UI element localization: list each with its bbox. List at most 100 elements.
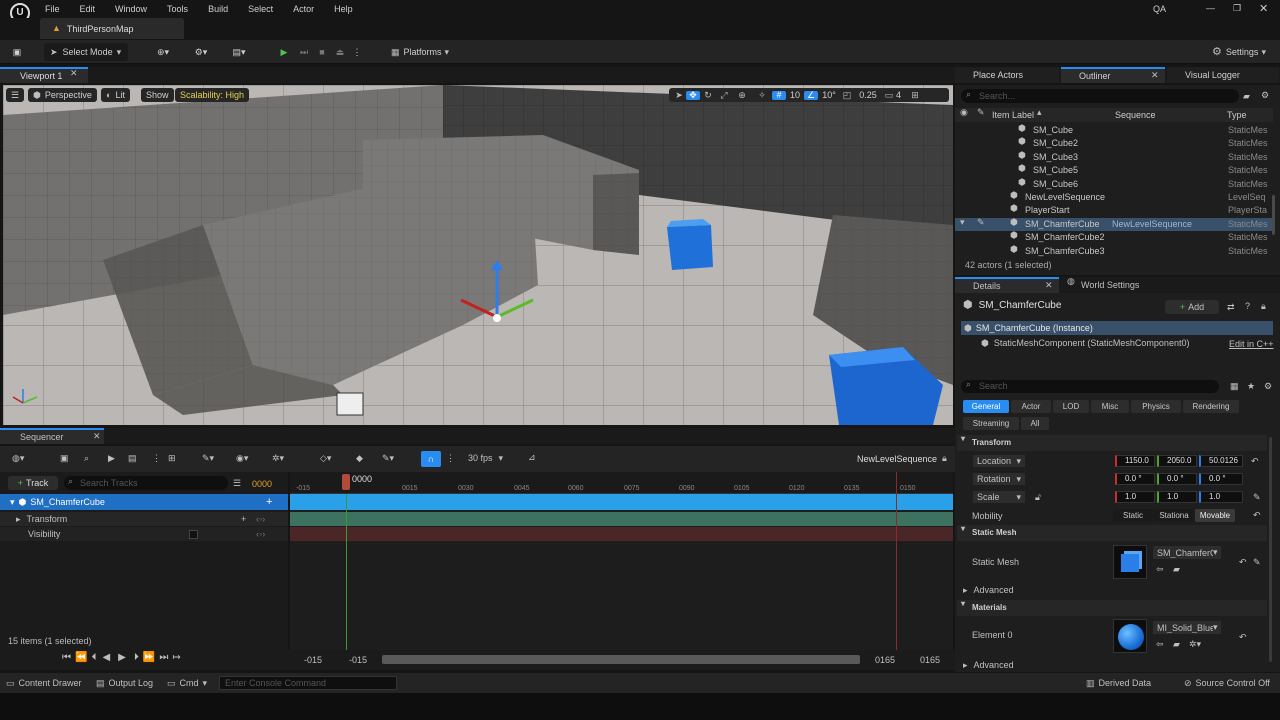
tab-details[interactable]: Details ✕	[955, 277, 1059, 293]
select-mode-button[interactable]: ➤ Select Mode ▾	[44, 43, 128, 61]
static-mesh-thumbnail[interactable]	[1113, 545, 1147, 579]
tools-icon[interactable]: ✎▾	[202, 453, 214, 464]
scale-x-field[interactable]: 1.0	[1115, 491, 1155, 503]
star-icon[interactable]: ★	[1247, 381, 1255, 392]
advanced-expander[interactable]: ▸ Advanced	[963, 585, 1014, 595]
outliner-row[interactable]: ⬢ SM_ChamferCube2 StaticMes	[955, 231, 1273, 244]
console-input[interactable]: Enter Console Command	[219, 676, 397, 690]
pin-icon[interactable]: ✎	[977, 217, 985, 227]
add-component-button[interactable]: + Add	[1165, 300, 1219, 314]
snap-toggle-icon[interactable]: ∩	[421, 451, 441, 467]
reset-material-icon[interactable]: ↶	[1239, 632, 1247, 643]
filter-rendering[interactable]: Rendering	[1183, 400, 1239, 413]
menu-file[interactable]: File	[45, 4, 60, 14]
tab-viewport-1[interactable]: Viewport 1 ✕	[0, 67, 88, 83]
scale-snap-icon[interactable]: ◰	[840, 90, 854, 100]
fps-dropdown[interactable]: 30 fps ▾	[468, 453, 503, 463]
filter-all[interactable]: All	[1021, 417, 1049, 430]
perspective-button[interactable]: ⬢ Perspective	[28, 88, 97, 102]
filter-actor[interactable]: Actor	[1011, 400, 1051, 413]
outliner-row[interactable]: ⬢ SM_Cube2 StaticMes	[955, 137, 1273, 150]
outliner-row[interactable]: ⬢ SM_Cube3 StaticMes	[955, 150, 1273, 164]
sequencer-timeline[interactable]: -015 0015 0030 0045 0060 0075 0090 0105 …	[290, 472, 953, 650]
outliner-search-box[interactable]: ⌕ Search...	[961, 89, 1239, 103]
content-drawer-button[interactable]: ▭ Content Drawer	[6, 678, 82, 688]
details-search-box[interactable]: ⌕ Search	[961, 380, 1219, 393]
eye-icon[interactable]: ◉	[960, 108, 968, 117]
location-y-field[interactable]: 2050.0	[1157, 455, 1197, 467]
menu-edit[interactable]: Edit	[80, 4, 96, 14]
materials-section-header[interactable]: ▾ Materials	[957, 600, 1267, 616]
cinematics-icon[interactable]: ▤▾	[226, 43, 252, 61]
range-end-b[interactable]: 0165	[920, 655, 940, 665]
play-icon[interactable]: ▶	[118, 653, 126, 663]
rotation-dropdown[interactable]: Rotation ▾	[973, 473, 1025, 485]
outliner-row[interactable]: ⬢ SM_ChamferCube3 StaticMes	[955, 244, 1273, 258]
translate-tool-icon[interactable]: ✥	[686, 90, 700, 100]
key-interpolation-icon[interactable]: ◇▾	[320, 453, 331, 464]
settings-icon[interactable]: ⚙	[1261, 90, 1269, 101]
location-dropdown[interactable]: Location ▾	[973, 455, 1025, 467]
jump-to-start-icon[interactable]: ⏮	[62, 653, 71, 663]
static-mesh-dropdown[interactable]: SM_ChamferCube▾	[1153, 546, 1221, 559]
scale-z-field[interactable]: 1.0	[1199, 491, 1243, 503]
eject-icon[interactable]: ⏏	[332, 43, 348, 61]
lit-button[interactable]: ◐ Lit	[101, 88, 130, 102]
material-dropdown[interactable]: MI_Solid_Blue ▾	[1153, 621, 1221, 634]
playback-start-marker[interactable]	[346, 494, 347, 650]
camera-speed-icon[interactable]: ▭	[882, 90, 896, 100]
key-nav-icon[interactable]: ‹◦›	[256, 514, 265, 524]
close-icon[interactable]: ✕	[70, 69, 78, 78]
tab-world-settings[interactable]: ◍ World Settings	[1065, 277, 1139, 293]
filter-misc[interactable]: Misc	[1091, 400, 1129, 413]
surface-snap-icon[interactable]: ✧	[752, 90, 772, 100]
filter-streaming[interactable]: Streaming	[963, 417, 1019, 430]
filter-general[interactable]: General	[963, 400, 1009, 413]
blueprint-options-icon[interactable]: ⇄	[1227, 302, 1235, 313]
col-item-label[interactable]: Item Label	[992, 108, 1034, 122]
camera-speed-value[interactable]: 4	[896, 88, 908, 102]
render-movie-icon[interactable]: ▶	[108, 453, 115, 464]
mobility-movable[interactable]: Movable	[1195, 509, 1235, 522]
help-icon[interactable]: ?	[1245, 301, 1250, 311]
close-icon[interactable]: ✕	[1259, 2, 1268, 15]
outliner-row[interactable]: ⬢ SM_ChamferCube NewLevelSequence StaticMes…	[955, 217, 1273, 231]
col-sequence[interactable]: Sequence	[1115, 108, 1156, 122]
rotation-snap-icon[interactable]: ∠	[804, 90, 818, 100]
platforms-button[interactable]: ▦ Platforms ▾	[384, 43, 456, 61]
next-key-icon[interactable]: ⏩	[143, 653, 155, 663]
transform-section-header[interactable]: ▾ Transform	[957, 435, 1267, 451]
prev-key-icon[interactable]: ⏪	[75, 653, 87, 663]
tab-place-actors[interactable]: Place Actors	[955, 67, 1059, 83]
browse-icon[interactable]: ▰	[1173, 639, 1180, 650]
output-log-button[interactable]: ▤ Output Log	[96, 678, 153, 688]
blueprint-icon[interactable]: ⚙▾	[188, 43, 214, 61]
time-ruler[interactable]: -015 0015 0030 0045 0060 0075 0090 0105 …	[290, 472, 953, 494]
track-row-visibility[interactable]: Visibility ‹◦›	[0, 527, 288, 541]
tab-sequencer[interactable]: Sequencer ✕	[0, 428, 104, 444]
menu-help[interactable]: Help	[334, 4, 353, 14]
rotation-snap-value[interactable]: 10°	[818, 88, 840, 102]
location-z-field[interactable]: 50.0126	[1199, 455, 1243, 467]
playback-end-marker[interactable]	[896, 472, 897, 650]
location-x-field[interactable]: 1150.0	[1115, 455, 1155, 467]
filter-physics[interactable]: Physics	[1131, 400, 1181, 413]
outliner-row[interactable]: ⬢ PlayerStart PlayerSta	[955, 204, 1273, 217]
scale-snap-value[interactable]: 0.25	[854, 88, 882, 102]
derived-data-button[interactable]: ▥ Derived Data	[1086, 678, 1151, 688]
folder-icon[interactable]: ▰	[1243, 91, 1250, 102]
playback-options-icon[interactable]: ✲▾	[272, 453, 284, 464]
component-row[interactable]: ⬢ StaticMeshComponent (StaticMeshCompone…	[981, 338, 1189, 348]
timeline-scrollbar[interactable]	[382, 655, 860, 664]
save-icon[interactable]: ▣	[8, 43, 26, 61]
rotation-y-field[interactable]: 0.0 °	[1157, 473, 1197, 485]
edit-in-cpp-link[interactable]: Edit in C++	[1229, 339, 1274, 349]
playhead[interactable]	[342, 474, 350, 490]
source-control-button[interactable]: ⊘ Source Control Off	[1184, 678, 1270, 688]
scale-lock-icon[interactable]: 🔓︎	[1035, 492, 1041, 503]
scalability-warning[interactable]: Scalability: High	[175, 88, 250, 102]
range-start-a[interactable]: -015	[304, 655, 322, 665]
reset-mobility-icon[interactable]: ↶	[1253, 510, 1261, 521]
prev-frame-icon[interactable]: ⏴	[91, 653, 96, 663]
tab-visual-logger[interactable]: Visual Logger	[1167, 67, 1279, 83]
